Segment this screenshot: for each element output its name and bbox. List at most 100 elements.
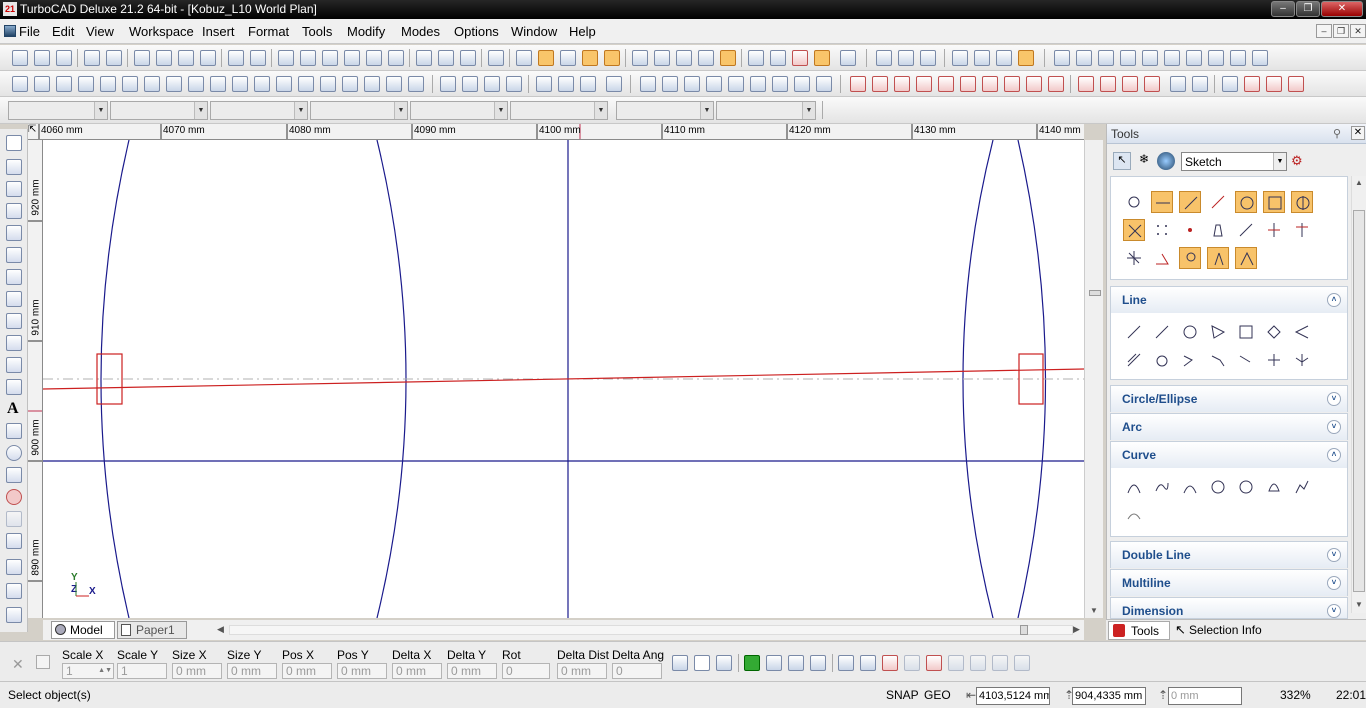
cancel-icon[interactable]: ✕ [12, 656, 24, 673]
curve-tool-icon[interactable] [6, 313, 22, 329]
snap-aperture-icon[interactable] [1110, 102, 1126, 118]
section-header-circle-ellipse[interactable]: Circle/Ellipse ˅ [1111, 386, 1347, 412]
menu-workspace[interactable]: Workspace [129, 24, 194, 39]
rectangle-line-icon[interactable] [1235, 321, 1257, 343]
menu-insert[interactable]: Insert [202, 24, 235, 39]
snap-polar-icon[interactable] [984, 102, 1000, 118]
globe-mode-icon[interactable] [1157, 152, 1175, 170]
explode-icon[interactable] [898, 50, 914, 66]
menu-format[interactable]: Format [248, 24, 289, 39]
properties-icon[interactable] [460, 50, 476, 66]
close-button[interactable]: ✕ [1321, 1, 1363, 17]
circle-line-icon[interactable] [1179, 321, 1201, 343]
scale-x-input[interactable]: 1 ▲▼ [62, 663, 114, 679]
group-icon[interactable] [876, 50, 892, 66]
trapezoid-tool-icon[interactable] [1207, 219, 1229, 241]
viewport-tool-icon[interactable] [6, 559, 22, 575]
symbol-tool-icon[interactable] [6, 445, 22, 461]
open-file-icon[interactable] [34, 50, 50, 66]
view-front-icon[interactable] [1076, 50, 1092, 66]
canvas-vertical-scrollbar[interactable]: ▼ [1084, 140, 1103, 618]
snap-circle-icon[interactable] [1012, 102, 1028, 118]
chevron-down-icon[interactable]: ˅ [1327, 392, 1341, 406]
snap-line-icon[interactable] [852, 102, 868, 118]
extrude-icon[interactable] [342, 76, 358, 92]
geo-indicator[interactable]: GEO [924, 688, 951, 702]
freehand-curve-icon[interactable] [1291, 476, 1313, 498]
scroll-left-icon[interactable]: ◀ [217, 624, 224, 635]
snap-ortho-icon[interactable] [874, 102, 890, 118]
chevron-up-icon[interactable]: ˄ [1327, 448, 1341, 462]
prism-icon[interactable] [320, 76, 336, 92]
grid-dots-tool-icon[interactable] [1151, 219, 1173, 241]
circle-tool-icon[interactable] [6, 269, 22, 285]
snap-intersection-icon[interactable] [916, 76, 932, 92]
ruler-origin-icon[interactable]: ⇱ [28, 124, 40, 139]
fill-select[interactable]: ▼ [510, 101, 608, 120]
minimize-button[interactable]: – [1271, 1, 1295, 17]
filter-select-icon[interactable] [926, 655, 942, 671]
parallel-tool-icon[interactable] [1291, 219, 1313, 241]
angled-line-icon[interactable] [1263, 349, 1285, 371]
polygon-line-icon[interactable] [1207, 321, 1229, 343]
single-line-icon[interactable] [1123, 321, 1145, 343]
snap-rect-icon[interactable] [1034, 102, 1050, 118]
perpendicular-tool-icon[interactable] [1263, 219, 1285, 241]
workplane-world-icon[interactable] [698, 50, 714, 66]
pointer-tool-icon[interactable] [1123, 191, 1145, 213]
delta-ang-input[interactable]: 0 [612, 663, 662, 679]
view-right-icon[interactable] [1120, 50, 1136, 66]
tab-model[interactable]: Model [51, 621, 115, 639]
ortho-mode-icon[interactable] [538, 50, 554, 66]
scroll-right-icon[interactable]: ▶ [1073, 624, 1080, 635]
paste-icon[interactable] [178, 50, 194, 66]
section-header-dimension[interactable]: Dimension ˅ [1111, 598, 1347, 618]
menu-edit[interactable]: Edit [52, 24, 74, 39]
arrow-tool-icon[interactable] [1151, 191, 1173, 213]
chevron-down-icon[interactable]: ˅ [1327, 420, 1341, 434]
move-icon[interactable] [750, 76, 766, 92]
solid-icon[interactable] [536, 76, 552, 92]
mdi-minimize-button[interactable]: – [1316, 24, 1332, 38]
render-layer-icon[interactable] [1288, 76, 1304, 92]
snap-center-icon[interactable] [894, 76, 910, 92]
palette-scroll-thumb[interactable] [1353, 210, 1365, 592]
reshape-tool-icon[interactable] [860, 655, 876, 671]
circle-icon[interactable] [56, 76, 72, 92]
undo-icon[interactable] [228, 50, 244, 66]
fork-line-icon[interactable] [1291, 349, 1313, 371]
cylinder-icon[interactable] [144, 76, 160, 92]
table-icon[interactable] [298, 76, 314, 92]
menu-file[interactable]: File [19, 24, 40, 39]
text-size-select[interactable]: ▼ [716, 101, 816, 120]
copy-icon[interactable] [156, 50, 172, 66]
group-select-icon[interactable] [904, 655, 920, 671]
cone-icon[interactable] [210, 76, 226, 92]
snap-settings-icon[interactable] [1132, 102, 1148, 118]
printer-layer-icon[interactable] [1266, 76, 1282, 92]
snap-tracking-icon[interactable] [1192, 76, 1208, 92]
lock-ratio-icon[interactable] [694, 655, 710, 671]
chevron-up-icon[interactable]: ˄ [1327, 293, 1341, 307]
snap-dots-icon[interactable] [830, 102, 846, 118]
no-snap-icon[interactable] [1084, 102, 1100, 118]
view-back-icon[interactable] [1142, 50, 1158, 66]
maximize-button[interactable]: ❐ [1296, 1, 1320, 17]
rotate-icon[interactable] [772, 76, 788, 92]
palette-close-icon[interactable]: ✕ [1351, 126, 1365, 140]
ellipse-icon[interactable] [78, 76, 94, 92]
format-painter-icon[interactable] [200, 50, 216, 66]
sweep-icon[interactable] [408, 76, 424, 92]
boolean-intersect-icon[interactable] [484, 76, 500, 92]
shape-tool-icon[interactable] [6, 511, 22, 527]
hscroll-thumb[interactable] [1020, 625, 1028, 635]
torus-icon[interactable] [232, 76, 248, 92]
palette-settings-icon[interactable]: ⚙ [1291, 153, 1309, 171]
chevron-down-icon[interactable]: ˅ [1327, 604, 1341, 618]
bezier-curve-icon[interactable] [1123, 476, 1145, 498]
menu-view[interactable]: View [86, 24, 114, 39]
menu-tools[interactable]: Tools [302, 24, 332, 39]
slice-icon[interactable] [580, 76, 596, 92]
select-arrow-icon[interactable] [6, 135, 22, 151]
section-header-line[interactable]: Line ˄ [1111, 287, 1347, 313]
